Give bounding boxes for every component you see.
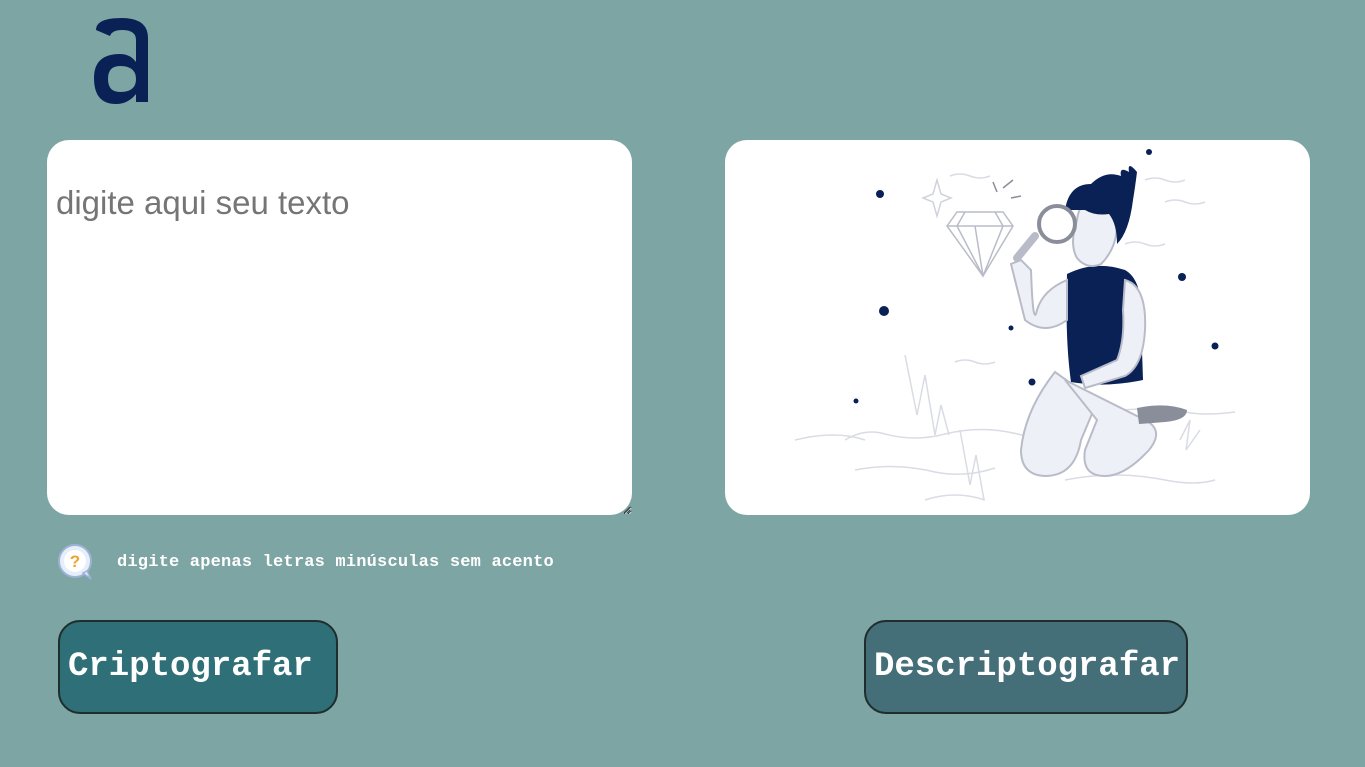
person-with-magnifying-glass-illustration bbox=[794, 149, 1236, 501]
text-input[interactable] bbox=[47, 140, 632, 515]
decrypt-button-label: Descriptografar bbox=[874, 648, 1181, 686]
logo bbox=[82, 12, 162, 108]
output-card bbox=[725, 140, 1310, 515]
input-card bbox=[47, 140, 632, 515]
hint-row: ? digite apenas letras minúsculas sem ac… bbox=[57, 542, 554, 582]
hint-text: digite apenas letras minúsculas sem acen… bbox=[117, 552, 554, 572]
encrypt-button-label: Criptografar bbox=[68, 648, 313, 686]
resize-grip-icon bbox=[1302, 507, 1308, 513]
svg-text:?: ? bbox=[70, 552, 80, 571]
alura-a-logo-icon bbox=[94, 18, 148, 104]
resize-grip-icon[interactable] bbox=[624, 507, 630, 513]
decrypt-button[interactable]: Descriptografar bbox=[864, 620, 1188, 714]
encrypt-button[interactable]: Criptografar bbox=[58, 620, 338, 714]
question-bubble-icon: ? bbox=[58, 544, 92, 580]
